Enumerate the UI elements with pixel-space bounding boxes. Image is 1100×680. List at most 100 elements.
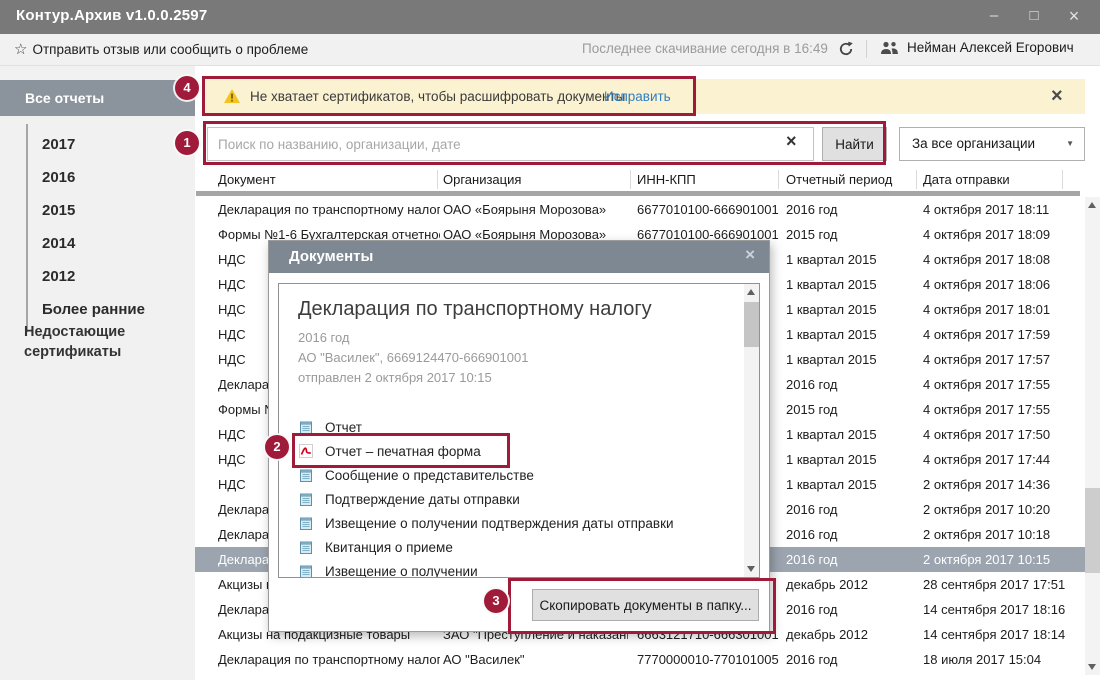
cell-period: 2016 год bbox=[786, 527, 916, 542]
table-row[interactable]: Декларация по транспортному налогу АО "В… bbox=[195, 647, 1085, 672]
cell-period: 2015 год bbox=[786, 402, 916, 417]
cell-sent-date: 4 октября 2017 17:44 bbox=[923, 452, 1081, 467]
search-input[interactable] bbox=[207, 127, 814, 161]
column-header-inn-kpp[interactable]: ИНН-КПП bbox=[637, 172, 696, 187]
document-file-icon bbox=[298, 419, 314, 435]
document-details-panel: Декларация по транспортному налогу 2016 … bbox=[278, 283, 760, 578]
cell-period: 2016 год bbox=[786, 202, 916, 217]
document-meta: 2016 год АО "Василек", 6669124470-666901… bbox=[298, 328, 528, 388]
app-title: Контур.Архив v1.0.0.2597 bbox=[16, 7, 207, 24]
cell-sent-date: 4 октября 2017 17:50 bbox=[923, 427, 1081, 442]
annotation-badge-4: 4 bbox=[175, 76, 199, 100]
scroll-down-icon[interactable] bbox=[1088, 664, 1096, 670]
cell-period: 1 квартал 2015 bbox=[786, 352, 916, 367]
file-label: Сообщение о представительстве bbox=[325, 468, 534, 483]
users-icon bbox=[880, 41, 899, 55]
scroll-up-icon[interactable] bbox=[1088, 202, 1096, 208]
cell-sent-date: 2 октября 2017 10:15 bbox=[923, 552, 1081, 567]
send-feedback-link[interactable]: ☆Отправить отзыв или сообщить о проблеме bbox=[14, 40, 308, 58]
file-label: Извещение о получении подтверждения даты… bbox=[325, 516, 674, 531]
window-controls: – □ × bbox=[974, 0, 1094, 34]
cell-period: 2016 год bbox=[786, 602, 916, 617]
vertical-scrollbar[interactable] bbox=[1085, 197, 1100, 675]
cell-sent-date: 4 октября 2017 18:01 bbox=[923, 302, 1081, 317]
file-item[interactable]: Подтверждение даты отправки bbox=[298, 487, 718, 511]
document-period: 2016 год bbox=[298, 328, 528, 348]
table-row[interactable]: Декларация по транспортному налогу ОАО «… bbox=[195, 197, 1085, 222]
user-name: Нейман Алексей Егорович bbox=[907, 40, 1074, 55]
file-item[interactable]: Отчет – печатная форма bbox=[298, 439, 718, 463]
file-label: Подтверждение даты отправки bbox=[325, 492, 520, 507]
file-item[interactable]: Сообщение о представительстве bbox=[298, 463, 718, 487]
organization-filter-dropdown[interactable]: За все организации ▼ bbox=[899, 127, 1085, 161]
cell-organization: АО "Василек" bbox=[443, 652, 628, 667]
sidebar: Все отчеты 20172016201520142012Более ран… bbox=[0, 66, 195, 680]
star-icon: ☆ bbox=[14, 41, 27, 58]
file-item[interactable]: Извещение о получении bbox=[298, 559, 718, 578]
column-header-period[interactable]: Отчетный период bbox=[786, 172, 892, 187]
refresh-icon[interactable] bbox=[838, 41, 854, 57]
cell-inn-kpp: 7770000010-770101005 bbox=[637, 652, 779, 667]
annotation-badge-1: 1 bbox=[175, 131, 199, 155]
document-title: Декларация по транспортному налогу bbox=[298, 298, 652, 321]
cell-sent-date: 2 октября 2017 14:36 bbox=[923, 477, 1081, 492]
column-divider bbox=[916, 170, 917, 189]
file-label: Квитанция о приеме bbox=[325, 540, 453, 555]
file-item[interactable]: Квитанция о приеме bbox=[298, 535, 718, 559]
banner-close-icon[interactable]: × bbox=[1051, 83, 1063, 109]
cell-sent-date: 14 сентября 2017 18:16 bbox=[923, 602, 1081, 617]
scroll-down-icon[interactable] bbox=[747, 566, 755, 572]
cell-organization: ОАО «Боярыня Морозова» bbox=[443, 202, 628, 217]
cell-sent-date: 4 октября 2017 18:06 bbox=[923, 277, 1081, 292]
search-clear-icon[interactable]: × bbox=[786, 131, 797, 152]
file-item[interactable]: Отчет bbox=[298, 415, 718, 439]
cell-inn-kpp: 6677010100-666901001 bbox=[637, 202, 779, 217]
sidebar-item-year[interactable]: 2012 bbox=[28, 260, 145, 293]
cell-sent-date: 4 октября 2017 17:55 bbox=[923, 402, 1081, 417]
document-file-icon bbox=[298, 515, 314, 531]
cell-period: 1 квартал 2015 bbox=[786, 277, 916, 292]
cell-period: 1 квартал 2015 bbox=[786, 327, 916, 342]
minimize-button[interactable]: – bbox=[974, 0, 1014, 34]
sidebar-item-missing-certificates[interactable]: Недостающие сертификаты bbox=[24, 322, 159, 362]
dialog-close-icon[interactable]: × bbox=[745, 245, 755, 265]
sidebar-item-year[interactable]: 2015 bbox=[28, 194, 145, 227]
document-file-icon bbox=[298, 491, 314, 507]
dialog-scrollbar[interactable] bbox=[744, 284, 759, 577]
sidebar-item-all-reports[interactable]: Все отчеты bbox=[0, 80, 195, 116]
column-header-organization[interactable]: Организация bbox=[443, 172, 521, 187]
sidebar-item-year[interactable]: 2014 bbox=[28, 227, 145, 260]
cell-sent-date: 28 сентября 2017 17:51 bbox=[923, 577, 1081, 592]
column-header-document[interactable]: Документ bbox=[218, 172, 276, 187]
copy-documents-button[interactable]: Скопировать документы в папку... bbox=[532, 589, 759, 621]
title-bar: Контур.Архив v1.0.0.2597 – □ × bbox=[0, 0, 1100, 34]
cell-period: 2016 год bbox=[786, 652, 916, 667]
scroll-up-icon[interactable] bbox=[747, 289, 755, 295]
sidebar-item-year[interactable]: 2017 bbox=[28, 128, 145, 161]
find-button[interactable]: Найти bbox=[822, 127, 887, 161]
cell-period: 1 квартал 2015 bbox=[786, 427, 916, 442]
cell-sent-date: 4 октября 2017 17:55 bbox=[923, 377, 1081, 392]
cell-document: Декларация по транспортному налогу bbox=[218, 202, 440, 217]
horizontal-scrollbar[interactable] bbox=[196, 191, 1080, 196]
scrollbar-thumb[interactable] bbox=[1085, 488, 1100, 573]
fix-link[interactable]: Исправить bbox=[604, 89, 671, 104]
organization-filter-value: За все организации bbox=[912, 136, 1035, 151]
column-divider bbox=[1062, 170, 1063, 189]
column-header-sent-date[interactable]: Дата отправки bbox=[923, 172, 1010, 187]
close-button[interactable]: × bbox=[1054, 0, 1094, 34]
maximize-button[interactable]: □ bbox=[1014, 0, 1054, 34]
pdf-file-icon bbox=[298, 443, 314, 459]
document-file-icon bbox=[298, 467, 314, 483]
dialog-title-bar[interactable]: Документы × bbox=[269, 241, 769, 273]
scrollbar-thumb[interactable] bbox=[744, 302, 759, 347]
cell-period: 1 квартал 2015 bbox=[786, 452, 916, 467]
cell-sent-date: 14 сентября 2017 18:14 bbox=[923, 627, 1081, 642]
column-divider bbox=[630, 170, 631, 189]
file-item[interactable]: Извещение о получении подтверждения даты… bbox=[298, 511, 718, 535]
user-account[interactable]: Нейман Алексей Егорович bbox=[880, 40, 1074, 55]
document-file-icon bbox=[298, 563, 314, 578]
annotation-badge-2: 2 bbox=[265, 435, 289, 459]
documents-dialog: Документы × Декларация по транспортному … bbox=[268, 240, 770, 632]
sidebar-item-year[interactable]: 2016 bbox=[28, 161, 145, 194]
